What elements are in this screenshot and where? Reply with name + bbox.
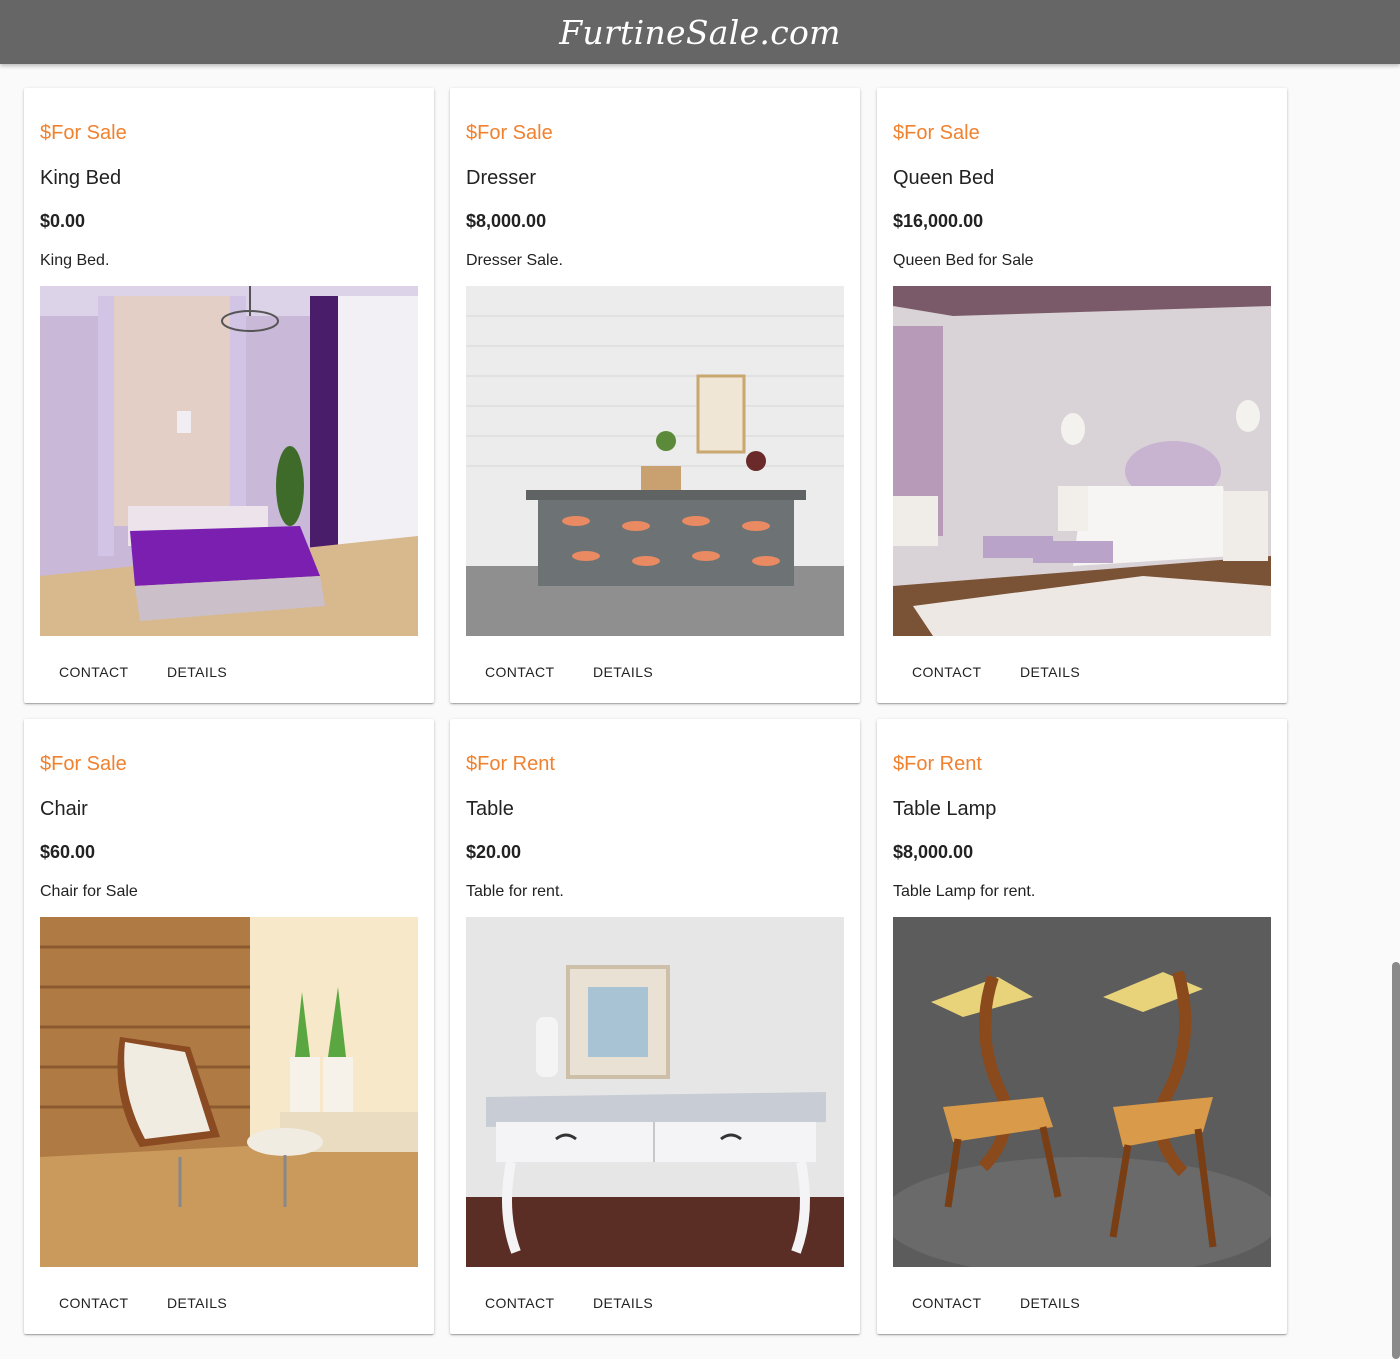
listing-card-dresser: $For Sale Dresser $8,000.00 Dresser Sale…	[450, 88, 860, 703]
contact-button[interactable]: CONTACT	[40, 654, 147, 690]
listing-title: Chair	[40, 798, 88, 820]
listing-description: Table Lamp for rent.	[893, 883, 1036, 900]
listing-title: Table	[466, 798, 514, 820]
listing-card-queen-bed: $For Sale Queen Bed $16,000.00 Queen Bed…	[877, 88, 1287, 703]
listing-description: King Bed.	[40, 252, 110, 269]
listing-description: Chair for Sale	[40, 883, 138, 900]
listing-card-chair: $For Sale Chair $60.00 Chair for Sale CO…	[24, 719, 434, 1334]
details-button[interactable]: DETAILS	[148, 654, 246, 690]
listing-description: Table for rent.	[466, 883, 564, 900]
details-button[interactable]: DETAILS	[574, 1285, 672, 1321]
listing-status: $For Rent	[466, 753, 555, 775]
listing-status: $For Sale	[40, 753, 127, 775]
listing-card-king-bed: $For Sale King Bed $0.00 King Bed. CONTA…	[24, 88, 434, 703]
details-button[interactable]: DETAILS	[1001, 1285, 1099, 1321]
listing-title: King Bed	[40, 167, 122, 189]
listing-price: $16,000.00	[893, 211, 984, 231]
listing-status: $For Rent	[893, 753, 982, 775]
details-button[interactable]: DETAILS	[574, 654, 672, 690]
listing-price: $8,000.00	[893, 842, 974, 862]
listing-title: Table Lamp	[893, 798, 997, 820]
contact-button[interactable]: CONTACT	[466, 654, 573, 690]
listing-price: $8,000.00	[466, 211, 547, 231]
listing-photo	[893, 917, 1271, 1267]
listing-price: $0.00	[40, 211, 86, 231]
contact-button[interactable]: CONTACT	[466, 1285, 573, 1321]
site-brand[interactable]: FurtineSale.com	[559, 13, 841, 52]
listing-card-table: $For Rent Table $20.00 Table for rent. C…	[450, 719, 860, 1334]
contact-button[interactable]: CONTACT	[893, 1285, 1000, 1321]
listing-price: $60.00	[40, 842, 96, 862]
listing-photo	[40, 286, 418, 636]
listing-photo	[893, 286, 1271, 636]
listing-photo	[466, 917, 844, 1267]
listing-card-table-lamp: $For Rent Table Lamp $8,000.00 Table Lam…	[877, 719, 1287, 1334]
app-header: FurtineSale.com	[0, 0, 1400, 64]
page-scrollbar[interactable]	[1392, 962, 1400, 1359]
listing-description: Queen Bed for Sale	[893, 252, 1034, 269]
listing-status: $For Sale	[893, 122, 980, 144]
listing-title: Queen Bed	[893, 167, 995, 189]
contact-button[interactable]: CONTACT	[40, 1285, 147, 1321]
listing-status: $For Sale	[40, 122, 127, 144]
listing-status: $For Sale	[466, 122, 553, 144]
details-button[interactable]: DETAILS	[148, 1285, 246, 1321]
contact-button[interactable]: CONTACT	[893, 654, 1000, 690]
details-button[interactable]: DETAILS	[1001, 654, 1099, 690]
listing-photo	[40, 917, 418, 1267]
listing-description: Dresser Sale.	[466, 252, 563, 269]
listing-title: Dresser	[466, 167, 537, 189]
listing-photo	[466, 286, 844, 636]
listing-price: $20.00	[466, 842, 522, 862]
